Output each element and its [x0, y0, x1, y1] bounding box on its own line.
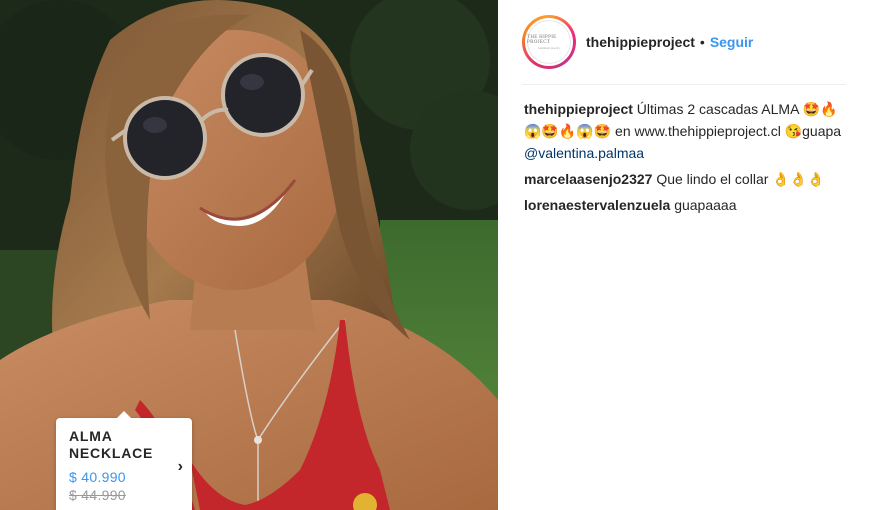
caption-username[interactable]: thehippieproject	[524, 101, 633, 117]
product-tag[interactable]: ALMA NECKLACE $ 40.990 $ 44.990 ›	[56, 411, 192, 510]
comment-text: guapaaaa	[674, 197, 737, 213]
product-tag-name: ALMA NECKLACE	[69, 428, 154, 461]
comment-username[interactable]: lorenaestervalenzuela	[524, 197, 670, 213]
caption: thehippieproject Últimas 2 cascadas ALMA…	[524, 98, 854, 164]
header-divider	[522, 84, 846, 85]
product-tag-old-price: $ 44.990	[69, 487, 126, 503]
post-username[interactable]: thehippieproject	[586, 34, 695, 50]
post-sidebar: THE HIPPIE PROJECT handmade jewelry theh…	[498, 0, 870, 510]
avatar-logo-text: THE HIPPIE PROJECT	[527, 34, 557, 45]
comment-item: marcelaasenjo2327 Que lindo el collar 👌👌…	[524, 168, 854, 190]
post-header: THE HIPPIE PROJECT handmade jewelry theh…	[522, 14, 846, 70]
avatar[interactable]: THE HIPPIE PROJECT handmade jewelry	[522, 15, 576, 69]
caption-mention-link[interactable]: @valentina.palmaa	[524, 145, 644, 161]
comment-text: Que lindo el collar 👌👌👌	[656, 171, 825, 187]
product-tag-price: $ 40.990	[69, 469, 126, 485]
avatar-logo-subtext: handmade jewelry	[537, 45, 561, 50]
comment-item: lorenaestervalenzuela guapaaaa	[524, 194, 854, 216]
post-photo[interactable]: ALMA NECKLACE $ 40.990 $ 44.990 ›	[0, 0, 498, 510]
comments-list: thehippieproject Últimas 2 cascadas ALMA…	[524, 98, 854, 220]
follow-button[interactable]: Seguir	[710, 34, 754, 50]
separator-dot: •	[699, 34, 705, 50]
chevron-right-icon[interactable]: ›	[178, 458, 183, 476]
comment-username[interactable]: marcelaasenjo2327	[524, 171, 652, 187]
avatar-logo: THE HIPPIE PROJECT handmade jewelry	[525, 18, 573, 66]
